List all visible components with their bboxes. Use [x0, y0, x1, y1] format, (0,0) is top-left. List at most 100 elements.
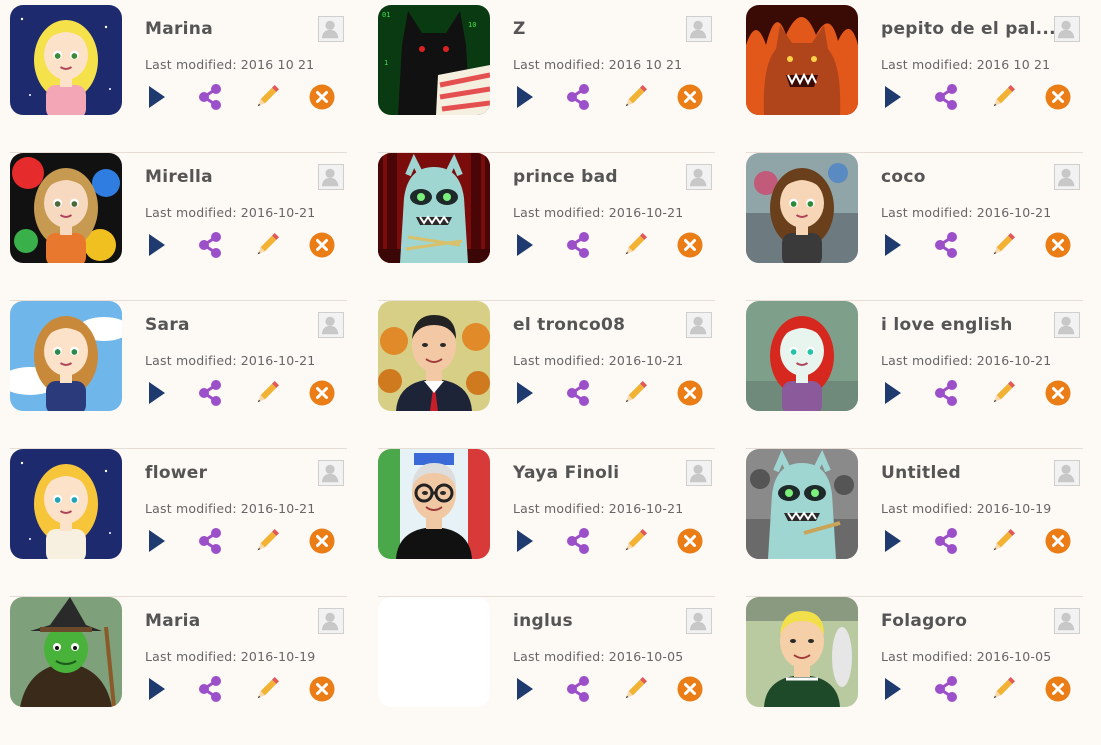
share-icon[interactable] [564, 527, 592, 555]
creation-title[interactable]: i love english [881, 315, 1056, 335]
play-icon[interactable] [879, 379, 907, 407]
last-modified-date: 2016 10 21 [608, 57, 683, 72]
play-icon[interactable] [511, 675, 539, 703]
share-icon[interactable] [932, 527, 960, 555]
pencil-icon[interactable] [989, 527, 1017, 555]
pencil-icon[interactable] [621, 83, 649, 111]
card-actions [879, 379, 1079, 409]
delete-icon[interactable] [676, 83, 704, 111]
play-icon[interactable] [511, 527, 539, 555]
play-icon[interactable] [879, 83, 907, 111]
creation-title[interactable]: Untitled [881, 463, 1056, 483]
play-icon[interactable] [879, 527, 907, 555]
user-placeholder-icon [318, 16, 344, 42]
pencil-icon[interactable] [253, 527, 281, 555]
avatar-thumbnail[interactable] [378, 301, 490, 411]
delete-icon[interactable] [308, 527, 336, 555]
creation-title[interactable]: Folagoro [881, 611, 1056, 631]
share-icon[interactable] [564, 675, 592, 703]
creation-title[interactable]: Yaya Finoli [513, 463, 688, 483]
play-icon[interactable] [143, 83, 171, 111]
delete-icon[interactable] [308, 379, 336, 407]
creation-title[interactable]: el tronco08 [513, 315, 688, 335]
last-modified-label: Last modified: [145, 353, 237, 368]
creation-title[interactable]: Sara [145, 315, 320, 335]
creation-title[interactable]: inglus [513, 611, 688, 631]
share-icon[interactable] [564, 83, 592, 111]
avatar-thumbnail[interactable] [746, 153, 858, 263]
pencil-icon[interactable] [621, 527, 649, 555]
user-placeholder-icon [318, 312, 344, 338]
avatar-thumbnail[interactable] [746, 5, 858, 115]
pencil-icon[interactable] [253, 379, 281, 407]
delete-icon[interactable] [676, 231, 704, 259]
avatar-thumbnail[interactable] [10, 5, 122, 115]
user-placeholder-icon [318, 164, 344, 190]
delete-icon[interactable] [676, 675, 704, 703]
pencil-icon[interactable] [621, 675, 649, 703]
avatar-thumbnail[interactable] [10, 153, 122, 263]
play-icon[interactable] [511, 379, 539, 407]
pencil-icon[interactable] [253, 675, 281, 703]
creation-title[interactable]: flower [145, 463, 320, 483]
share-icon[interactable] [932, 231, 960, 259]
delete-icon[interactable] [308, 231, 336, 259]
delete-icon[interactable] [1044, 379, 1072, 407]
creation-title[interactable]: Z [513, 19, 688, 39]
avatar-thumbnail[interactable] [746, 449, 858, 559]
delete-icon[interactable] [1044, 83, 1072, 111]
creation-title[interactable]: prince bad [513, 167, 688, 187]
pencil-icon[interactable] [989, 83, 1017, 111]
play-icon[interactable] [511, 83, 539, 111]
avatar-thumbnail[interactable] [10, 301, 122, 411]
avatar-thumbnail[interactable] [378, 449, 490, 559]
share-icon[interactable] [196, 527, 224, 555]
pencil-icon[interactable] [253, 83, 281, 111]
share-icon[interactable] [196, 231, 224, 259]
pencil-icon[interactable] [621, 379, 649, 407]
share-icon[interactable] [196, 379, 224, 407]
creation-title[interactable]: Marina [145, 19, 320, 39]
pencil-icon[interactable] [989, 379, 1017, 407]
creation-card: Sara Last modified: 2016-10-21 [10, 300, 347, 449]
avatar-thumbnail[interactable] [378, 153, 490, 263]
last-modified-line: Last modified: 2016-10-19 [145, 649, 319, 664]
play-icon[interactable] [143, 379, 171, 407]
play-icon[interactable] [143, 231, 171, 259]
delete-icon[interactable] [308, 83, 336, 111]
creation-title[interactable]: pepito de el pal... [881, 19, 1056, 39]
play-icon[interactable] [879, 675, 907, 703]
avatar-thumbnail[interactable] [746, 597, 858, 707]
last-modified-date: 2016-10-05 [976, 649, 1052, 664]
pencil-icon[interactable] [989, 675, 1017, 703]
creation-title[interactable]: Mirella [145, 167, 320, 187]
share-icon[interactable] [564, 231, 592, 259]
delete-icon[interactable] [1044, 527, 1072, 555]
share-icon[interactable] [564, 379, 592, 407]
avatar-thumbnail[interactable] [746, 301, 858, 411]
avatar-thumbnail[interactable] [10, 597, 122, 707]
share-icon[interactable] [932, 379, 960, 407]
share-icon[interactable] [196, 675, 224, 703]
creation-title[interactable]: coco [881, 167, 1056, 187]
delete-icon[interactable] [1044, 231, 1072, 259]
delete-icon[interactable] [308, 675, 336, 703]
play-icon[interactable] [143, 675, 171, 703]
pencil-icon[interactable] [621, 231, 649, 259]
pencil-icon[interactable] [989, 231, 1017, 259]
last-modified-date: 2016-10-21 [976, 205, 1052, 220]
delete-icon[interactable] [1044, 675, 1072, 703]
avatar-thumbnail[interactable]: 011010 [378, 5, 490, 115]
play-icon[interactable] [143, 527, 171, 555]
delete-icon[interactable] [676, 527, 704, 555]
share-icon[interactable] [196, 83, 224, 111]
delete-icon[interactable] [676, 379, 704, 407]
play-icon[interactable] [879, 231, 907, 259]
pencil-icon[interactable] [253, 231, 281, 259]
avatar-thumbnail[interactable] [10, 449, 122, 559]
play-icon[interactable] [511, 231, 539, 259]
share-icon[interactable] [932, 675, 960, 703]
share-icon[interactable] [932, 83, 960, 111]
avatar-thumbnail[interactable] [378, 597, 490, 707]
creation-title[interactable]: Maria [145, 611, 320, 631]
